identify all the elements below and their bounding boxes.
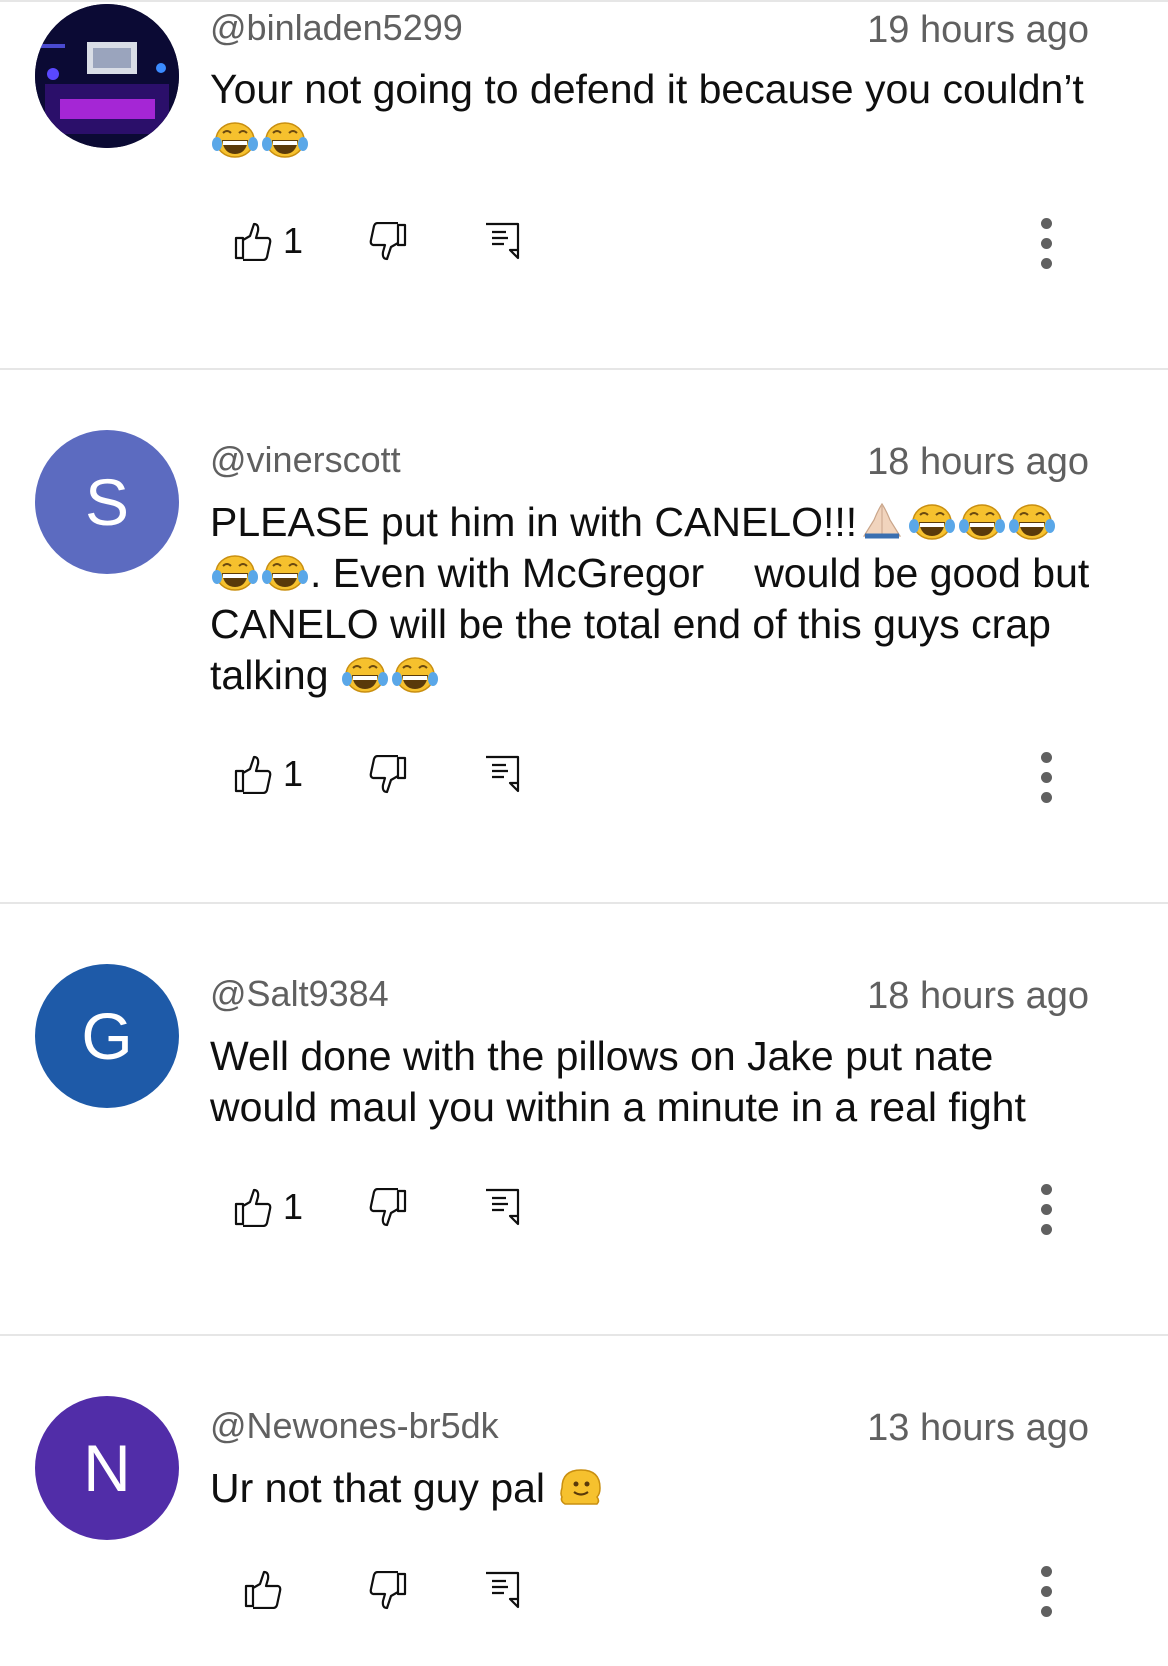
comment-divider [0,1334,1168,1336]
comment-timestamp: 19 hours ago [867,9,1089,51]
thumb-down-icon [368,1571,408,1611]
avatar[interactable]: G [35,964,179,1108]
comment-author[interactable]: @vinerscott [210,440,401,480]
face-with-tears-of-joy-emoji [260,551,310,593]
face-with-tears-of-joy-emoji [260,118,310,160]
comment-author[interactable]: @Newones-br5dk [210,1406,499,1446]
comment-author[interactable]: @binladen5299 [210,8,463,48]
thumb-up-icon [233,221,273,261]
comment-timestamp: 18 hours ago [867,975,1089,1017]
avatar-letter: G [81,999,133,1073]
thumb-down-icon [368,755,408,795]
comment-text-part: . Even with McGregor [310,550,705,596]
comment-author[interactable]: @Salt9384 [210,974,389,1014]
comment-text-part: Your not going to defend it because you … [210,66,1084,112]
reply-icon [482,220,522,260]
thumb-down-icon [368,222,408,262]
more-vert-icon[interactable] [1041,1566,1053,1626]
reply-button[interactable] [482,1186,522,1226]
comment-text-part: Ur not that guy pal [210,1465,546,1511]
comment-text: Ur not that guy pal [210,1463,1090,1514]
like-count: 1 [283,220,304,261]
melting-face-emoji [556,1466,606,1508]
reply-icon [482,1186,522,1226]
comment-text-part: Well done with the pillows on Jake put n… [210,1033,1026,1130]
comment-text: PLEASE put him in with CANELO!!! . Even w… [210,497,1090,701]
dislike-button[interactable] [368,1188,408,1228]
face-with-tears-of-joy-emoji [210,551,260,593]
comment-divider [0,368,1168,370]
reply-icon [482,1569,522,1609]
more-vert-icon[interactable] [1041,752,1053,812]
more-vert-icon[interactable] [1041,1184,1053,1244]
thumb-up-icon [233,754,273,794]
face-with-tears-of-joy-emoji [340,653,390,695]
avatar-letter: N [83,1431,131,1505]
face-with-tears-of-joy-emoji [390,653,440,695]
dislike-button[interactable] [368,222,408,262]
avatar[interactable]: S [35,430,179,574]
comment-timestamp: 13 hours ago [867,1407,1089,1449]
folded-hands-emoji [857,500,907,542]
face-with-tears-of-joy-emoji [1007,500,1057,542]
reply-button[interactable] [482,1569,522,1609]
comment-text: Your not going to defend it because you … [210,64,1090,166]
avatar[interactable] [35,4,179,148]
like-count: 1 [283,1186,304,1227]
comment-timestamp: 18 hours ago [867,441,1089,483]
like-button[interactable]: 1 [233,753,303,795]
reply-button[interactable] [482,753,522,793]
comment-divider [0,902,1168,904]
like-button[interactable]: 1 [233,220,303,262]
comment-text: Well done with the pillows on Jake put n… [210,1031,1080,1133]
like-button[interactable] [243,1569,283,1609]
reply-icon [482,753,522,793]
face-with-tears-of-joy-emoji [907,500,957,542]
top-divider [0,0,1168,2]
reply-button[interactable] [482,220,522,260]
comment-text-part: PLEASE put him in with CANELO!!! [210,499,858,545]
thumb-up-icon [233,1187,273,1227]
avatar-letter: S [84,465,130,539]
avatar[interactable]: N [35,1396,179,1540]
dislike-button[interactable] [368,755,408,795]
dislike-button[interactable] [368,1571,408,1611]
like-count: 1 [283,753,304,794]
face-with-tears-of-joy-emoji [210,118,260,160]
face-with-tears-of-joy-emoji [957,500,1007,542]
more-vert-icon[interactable] [1041,218,1053,278]
thumb-up-icon [243,1569,283,1609]
gaming-setup-avatar-image [35,4,179,148]
like-button[interactable]: 1 [233,1186,303,1228]
thumb-down-icon [368,1188,408,1228]
